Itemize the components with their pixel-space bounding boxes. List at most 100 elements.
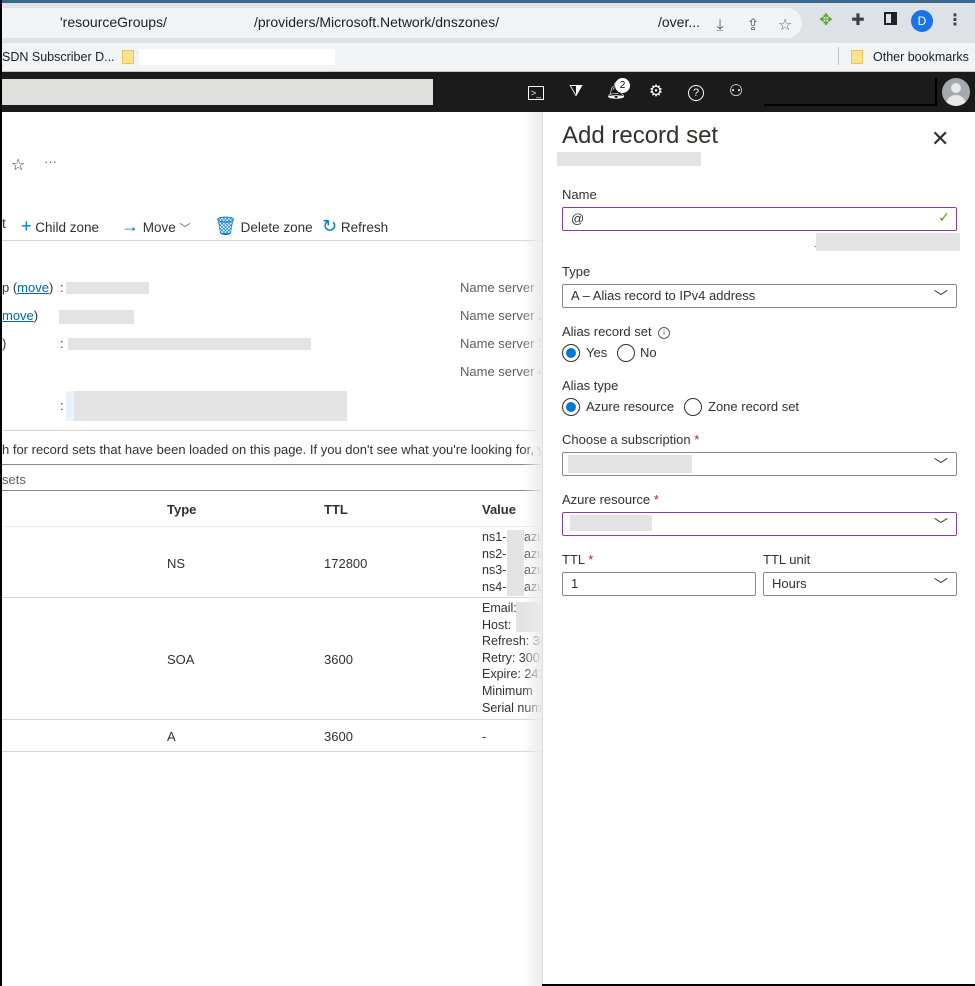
- favorite-star-icon[interactable]: ☆: [11, 155, 25, 175]
- alias-yes-radio[interactable]: [562, 344, 580, 362]
- redacted-subscription-value: [568, 455, 692, 473]
- refresh-icon: ↻: [322, 216, 338, 236]
- move-resource-group-link[interactable]: move: [17, 280, 49, 295]
- delete-zone-button[interactable]: 🗑︎ Delete zone: [214, 216, 313, 237]
- cloud-shell-icon[interactable]: >_: [525, 81, 547, 103]
- ttl-label: TTL *: [562, 552, 594, 567]
- redacted-azure-resource-value: [570, 515, 652, 531]
- profile-avatar[interactable]: D: [911, 10, 933, 32]
- alias-record-set-label: Alias record set: [562, 324, 652, 339]
- plus-icon: +: [21, 216, 32, 236]
- essentials-divider: [2, 430, 542, 431]
- record-type: SOA: [167, 652, 195, 667]
- colon: :: [60, 336, 64, 351]
- redacted-bookmarks: [139, 49, 335, 65]
- side-panel-icon[interactable]: [880, 11, 900, 31]
- valid-check-icon: ✓: [938, 209, 950, 225]
- record-ttl: 172800: [324, 556, 368, 571]
- type-dropdown[interactable]: A – Alias record to IPv4 address ﹀: [562, 284, 957, 308]
- command-truncated[interactable]: t: [2, 216, 6, 231]
- folder-icon: [851, 50, 863, 64]
- browser-toolbar: 'resourceGroups/ /providers/Microsoft.Ne…: [2, 0, 975, 43]
- puzzle-extensions-icon[interactable]: ✚: [848, 11, 868, 31]
- zone-record-set-label[interactable]: Zone record set: [708, 399, 799, 414]
- alias-no-radio[interactable]: [617, 344, 635, 362]
- record-ttl: 3600: [324, 729, 353, 744]
- redacted-resource-group: [66, 282, 149, 294]
- child-zone-button[interactable]: + Child zone: [21, 216, 99, 237]
- ttl-unit-label: TTL unit: [763, 552, 811, 567]
- record-value: ns1- ns2- ns3- ns4-: [482, 530, 507, 594]
- chevron-down-icon: ﹀: [934, 517, 948, 533]
- bookmark-star-icon[interactable]: ☆: [775, 16, 795, 36]
- global-search-input[interactable]: [2, 79, 433, 105]
- record-type: NS: [167, 556, 186, 571]
- alias-yes-label[interactable]: Yes: [586, 345, 607, 360]
- subscription-label: Choose a subscription *: [562, 432, 700, 447]
- share-icon[interactable]: ⇪: [743, 16, 763, 36]
- azure-resource-label[interactable]: Azure resource: [586, 399, 674, 414]
- redacted-fqdn: [816, 233, 960, 251]
- chevron-down-icon: ﹀: [934, 457, 948, 473]
- folder-icon[interactable]: [122, 50, 134, 64]
- refresh-button[interactable]: ↻ Refresh: [322, 216, 388, 237]
- ttl-unit-dropdown[interactable]: Hours ﹀: [763, 572, 957, 596]
- column-header-type[interactable]: Type: [167, 502, 196, 517]
- redacted-tags: [74, 391, 347, 421]
- record-ttl: 3600: [324, 652, 353, 667]
- subscription-id-label: ): [2, 336, 7, 351]
- redacted-subscription: [59, 310, 134, 324]
- url-segment-providers: /providers/Microsoft.Network/dnszones/: [254, 14, 500, 30]
- command-bar-divider: [2, 240, 542, 241]
- move-button[interactable]: → Move ﹀: [121, 216, 191, 237]
- download-icon[interactable]: ⤓: [710, 16, 730, 36]
- panel-shadow: [522, 112, 542, 986]
- chevron-down-icon: ﹀: [934, 577, 948, 593]
- url-segment-end: /over...: [658, 14, 701, 30]
- azure-resource-label: Azure resource *: [562, 492, 659, 507]
- directory-filter-icon[interactable]: ⧩: [565, 81, 587, 103]
- chevron-down-icon: ﹀: [934, 289, 948, 305]
- record-type: A: [167, 729, 176, 744]
- subscription-label: move): [2, 308, 39, 323]
- info-icon[interactable]: i: [658, 327, 670, 339]
- close-icon[interactable]: ✕: [931, 126, 949, 152]
- extension-green-icon[interactable]: ✥: [816, 11, 836, 31]
- redacted-zone-name: [557, 152, 701, 166]
- bookmark-sdn-subscriber[interactable]: SDN Subscriber D...: [2, 50, 115, 64]
- address-bar[interactable]: 'resourceGroups/ /providers/Microsoft.Ne…: [2, 8, 802, 38]
- other-bookmarks[interactable]: Other bookmarks: [873, 50, 969, 64]
- help-icon[interactable]: ?: [685, 81, 707, 103]
- name-label: Name: [562, 187, 597, 202]
- column-header-value[interactable]: Value: [482, 502, 516, 517]
- name-input[interactable]: @ ✓: [562, 207, 957, 231]
- url-segment-resource-groups: 'resourceGroups/: [60, 14, 167, 30]
- colon: :: [60, 398, 64, 413]
- column-header-ttl[interactable]: TTL: [324, 502, 348, 517]
- panel-title: Add record set: [562, 122, 719, 149]
- kebab-menu-icon[interactable]: ⋮: [945, 11, 965, 31]
- user-avatar[interactable]: [942, 78, 970, 106]
- account-directory[interactable]: [764, 78, 937, 106]
- add-record-set-panel: Add record set ✕ Name @ ✓ . Type A – Ali…: [542, 112, 975, 984]
- resource-group-label: p (move): [2, 280, 54, 295]
- record-sets-filter-input[interactable]: sets: [2, 472, 26, 487]
- alias-no-label[interactable]: No: [640, 345, 657, 360]
- trash-icon: 🗑︎: [214, 216, 237, 236]
- dns-zone-overview: ☆ ··· t + Child zone → Move ﹀ 🗑︎ Delete …: [2, 112, 547, 986]
- arrow-right-icon: →: [121, 216, 139, 236]
- search-hint-text: h for record sets that have been loaded …: [2, 442, 544, 457]
- feedback-icon[interactable]: ⚇: [725, 81, 747, 103]
- notification-count-badge: 2: [615, 78, 630, 93]
- more-options-button[interactable]: ···: [44, 154, 57, 169]
- azure-resource-radio[interactable]: [562, 398, 580, 416]
- move-subscription-link[interactable]: move: [2, 308, 34, 323]
- bookmarks-bar: SDN Subscriber D... Other bookmarks: [2, 43, 975, 72]
- alias-type-label: Alias type: [562, 378, 619, 393]
- zone-record-set-radio[interactable]: [684, 398, 702, 416]
- settings-icon[interactable]: ⚙: [645, 81, 667, 103]
- ttl-input[interactable]: 1: [562, 572, 756, 596]
- redacted-subscription-id: [68, 338, 311, 350]
- chevron-down-icon: ﹀: [179, 223, 191, 235]
- type-label: Type: [562, 264, 591, 279]
